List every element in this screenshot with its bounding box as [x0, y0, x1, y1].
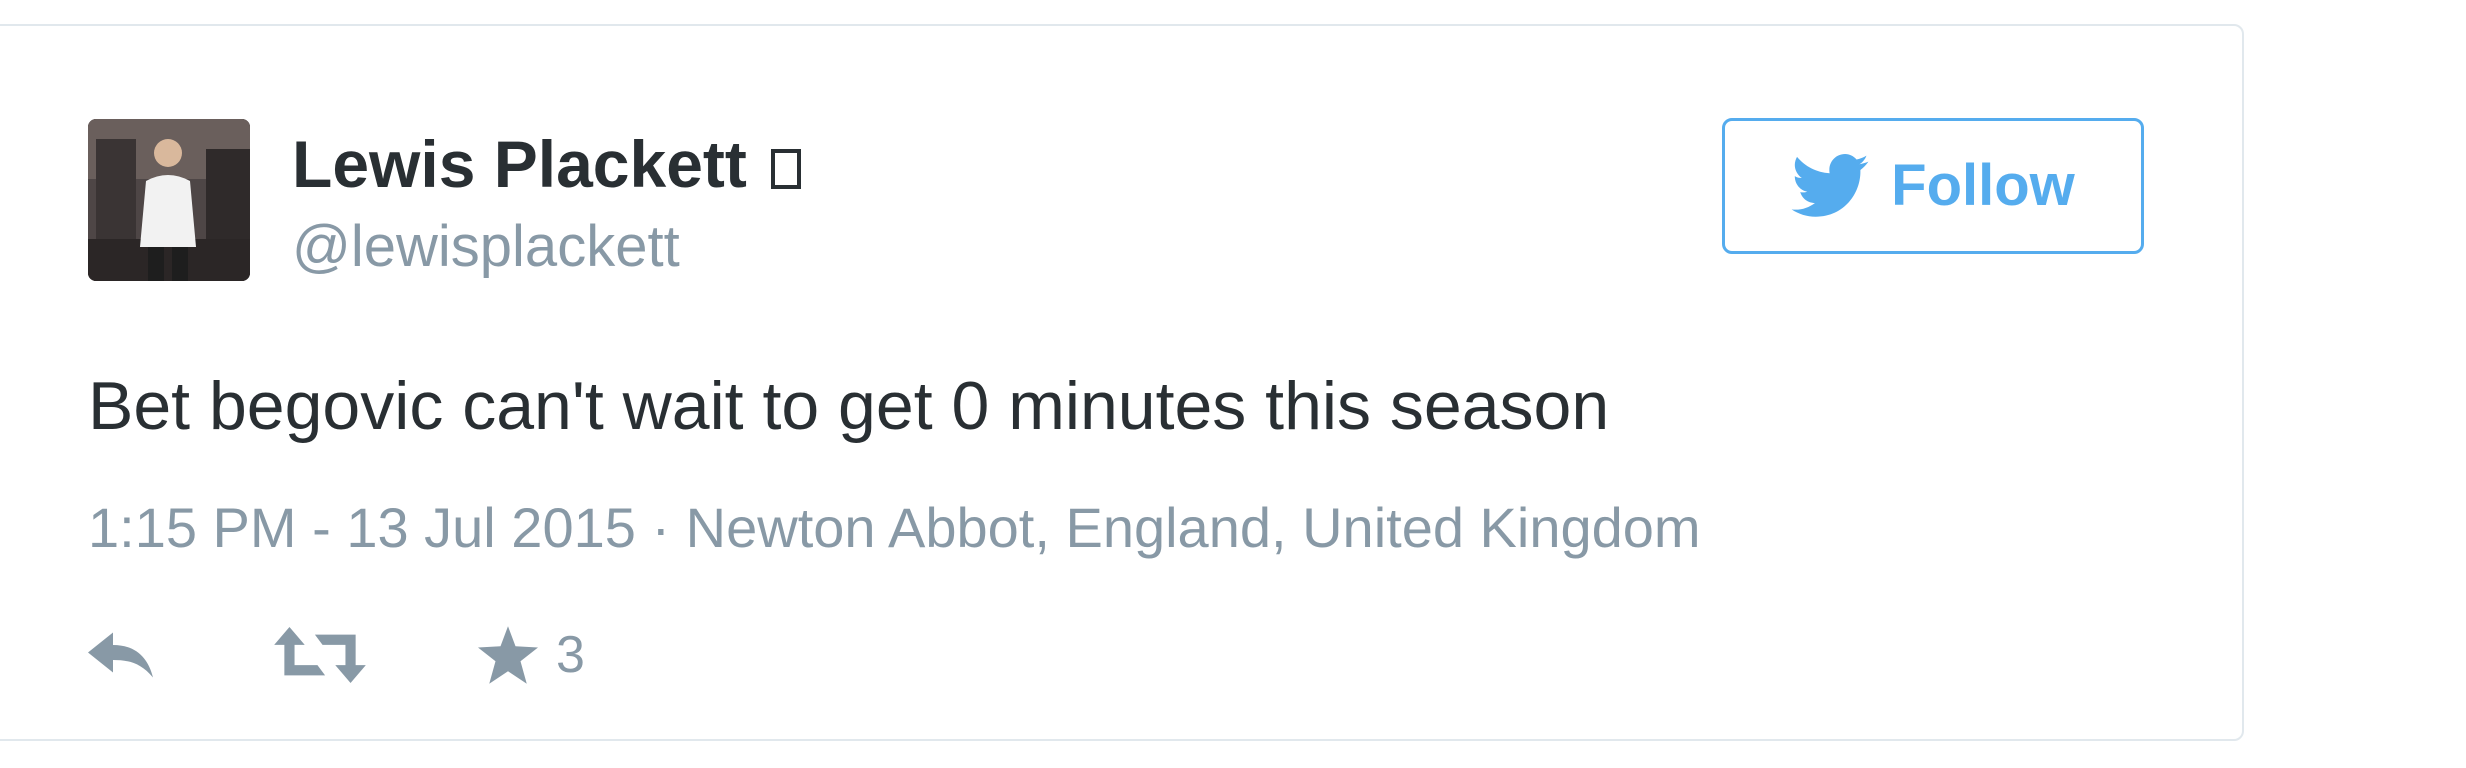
- reply-button[interactable]: [88, 620, 158, 690]
- avatar[interactable]: [88, 119, 250, 281]
- retweet-icon: [274, 627, 366, 683]
- favorite-count: 3: [556, 626, 585, 684]
- tweet-card: Lewis Plackett @lewisplackett Follow Bet…: [0, 24, 2244, 741]
- tweet-location[interactable]: Newton Abbot, England, United Kingdom: [686, 496, 1701, 559]
- tweet-meta: 1:15 PM - 13 Jul 2015 · Newton Abbot, En…: [88, 500, 1701, 556]
- twitter-bird-icon: [1791, 154, 1869, 217]
- meta-separator: ·: [651, 496, 671, 559]
- tweet-timestamp[interactable]: 1:15 PM - 13 Jul 2015: [88, 496, 636, 559]
- profile-photo-image: [88, 119, 250, 281]
- reply-icon: [88, 632, 153, 678]
- star-icon: [478, 626, 538, 684]
- author-handle[interactable]: @lewisplackett: [292, 218, 680, 276]
- follow-button-label: Follow: [1891, 153, 2075, 218]
- follow-button[interactable]: Follow: [1722, 118, 2144, 254]
- retweet-button[interactable]: [274, 620, 366, 690]
- author-display-name[interactable]: Lewis Plackett: [292, 127, 747, 201]
- tweet-actions: 3: [88, 620, 688, 690]
- author-name-row[interactable]: Lewis Plackett: [292, 131, 801, 197]
- tweet-text: Bet begovic can't wait to get 0 minutes …: [88, 368, 1610, 444]
- missing-glyph-icon: [770, 149, 801, 189]
- favorite-button[interactable]: 3: [478, 620, 585, 690]
